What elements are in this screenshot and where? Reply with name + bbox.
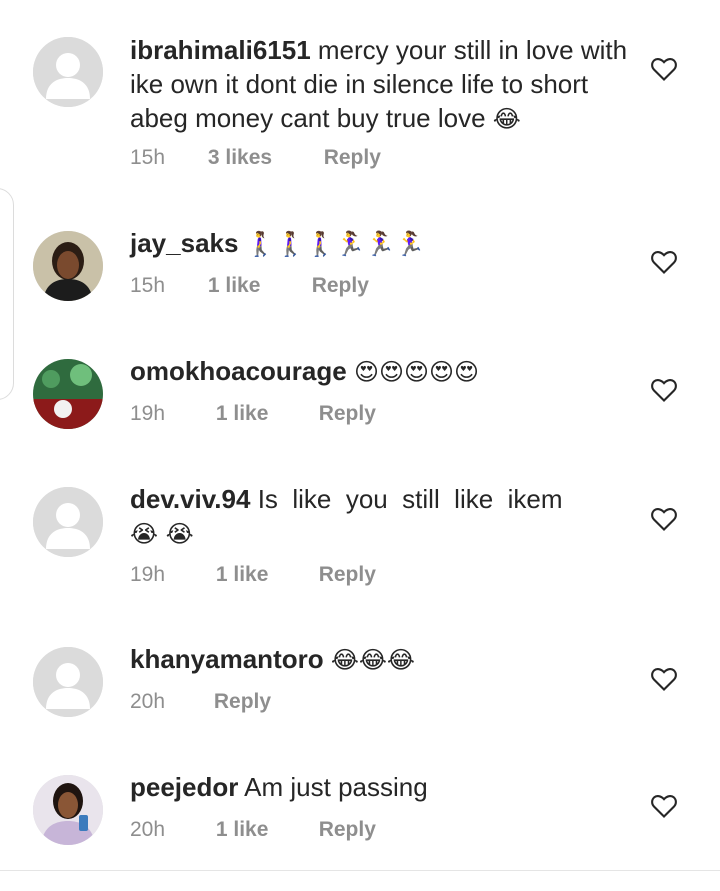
heart-outline-icon[interactable]	[650, 506, 678, 532]
avatar-photo[interactable]	[33, 359, 103, 429]
avatar-photo[interactable]	[33, 231, 103, 301]
heart-outline-icon[interactable]	[650, 377, 678, 403]
comment-text: omokhoacourage 😍😍😍😍😍	[130, 354, 630, 389]
reply-button[interactable]: Reply	[319, 818, 376, 842]
comment-message: Is like you still like ikem	[257, 484, 563, 514]
person-silhouette-icon	[33, 37, 103, 107]
avatar-default[interactable]	[33, 647, 103, 717]
heart-outline-icon[interactable]	[650, 56, 678, 82]
avatar-default[interactable]	[33, 487, 103, 557]
comment-username[interactable]: jay_saks	[130, 228, 238, 258]
comment-username[interactable]: omokhoacourage	[130, 356, 347, 386]
comment-emoji: 🚶‍♀️🚶‍♀️🚶‍♀️🏃‍♀️🏃‍♀️🏃‍♀️	[245, 230, 425, 258]
person-silhouette-icon	[33, 487, 103, 557]
avatar-photo[interactable]	[33, 775, 103, 845]
comment-username[interactable]: peejedor	[130, 772, 238, 802]
comment-emoji: 😭 😭	[130, 520, 194, 548]
comment-likes[interactable]: 1 like	[208, 274, 306, 298]
comment-time: 15h	[130, 146, 166, 169]
reply-button[interactable]: Reply	[324, 146, 381, 170]
comment-likes[interactable]: 1 like	[216, 563, 313, 587]
comment-meta: 19h 1 like Reply	[130, 402, 376, 426]
comment-message: Am just passing	[244, 772, 428, 802]
user-photo-icon	[33, 775, 103, 845]
comment-emoji: 😂	[492, 105, 521, 133]
comment-text: peejedor Am just passing	[130, 770, 630, 804]
heart-outline-icon[interactable]	[650, 666, 678, 692]
comment-username[interactable]: ibrahimali6151	[130, 35, 311, 65]
comment-text: khanyamantoro 😂😂😂	[130, 642, 630, 677]
comment-text: ibrahimali6151 mercy your still in love …	[130, 33, 630, 136]
comment-likes[interactable]: 3 likes	[208, 146, 318, 170]
reply-button[interactable]: Reply	[214, 690, 271, 714]
reply-button[interactable]: Reply	[312, 274, 369, 298]
heart-outline-icon[interactable]	[650, 249, 678, 275]
comment-meta: 19h 1 like Reply	[130, 563, 376, 587]
comment-text: jay_saks 🚶‍♀️🚶‍♀️🚶‍♀️🏃‍♀️🏃‍♀️🏃‍♀️	[130, 226, 630, 261]
avatar-default[interactable]	[33, 37, 103, 107]
divider	[0, 870, 720, 871]
comment-emoji: 😂😂😂	[330, 646, 415, 674]
person-silhouette-icon	[33, 647, 103, 717]
heart-outline-icon[interactable]	[650, 793, 678, 819]
comment-likes[interactable]: 1 like	[216, 402, 313, 426]
comment-time: 19h	[130, 402, 166, 425]
comment-meta: 20h Reply	[130, 690, 271, 714]
user-photo-icon	[33, 359, 103, 429]
comment-likes[interactable]: 1 like	[216, 818, 313, 842]
reply-button[interactable]: Reply	[319, 563, 376, 587]
comment-emoji: 😍😍😍😍😍	[353, 358, 480, 386]
comment-meta: 15h 1 like Reply	[130, 274, 369, 298]
comment-username[interactable]: dev.viv.94	[130, 484, 250, 514]
user-photo-icon	[33, 231, 103, 301]
comment-username[interactable]: khanyamantoro	[130, 644, 324, 674]
comment-meta: 15h 3 likes Reply	[130, 146, 381, 170]
side-panel-handle[interactable]	[0, 188, 14, 400]
comment-meta: 20h 1 like Reply	[130, 818, 376, 842]
reply-button[interactable]: Reply	[319, 402, 376, 426]
comment-text: dev.viv.94 Is like you still like ikem 😭…	[130, 482, 600, 551]
comment-time: 19h	[130, 563, 166, 586]
comment-time: 15h	[130, 274, 166, 297]
comment-time: 20h	[130, 690, 166, 713]
comment-time: 20h	[130, 818, 166, 841]
